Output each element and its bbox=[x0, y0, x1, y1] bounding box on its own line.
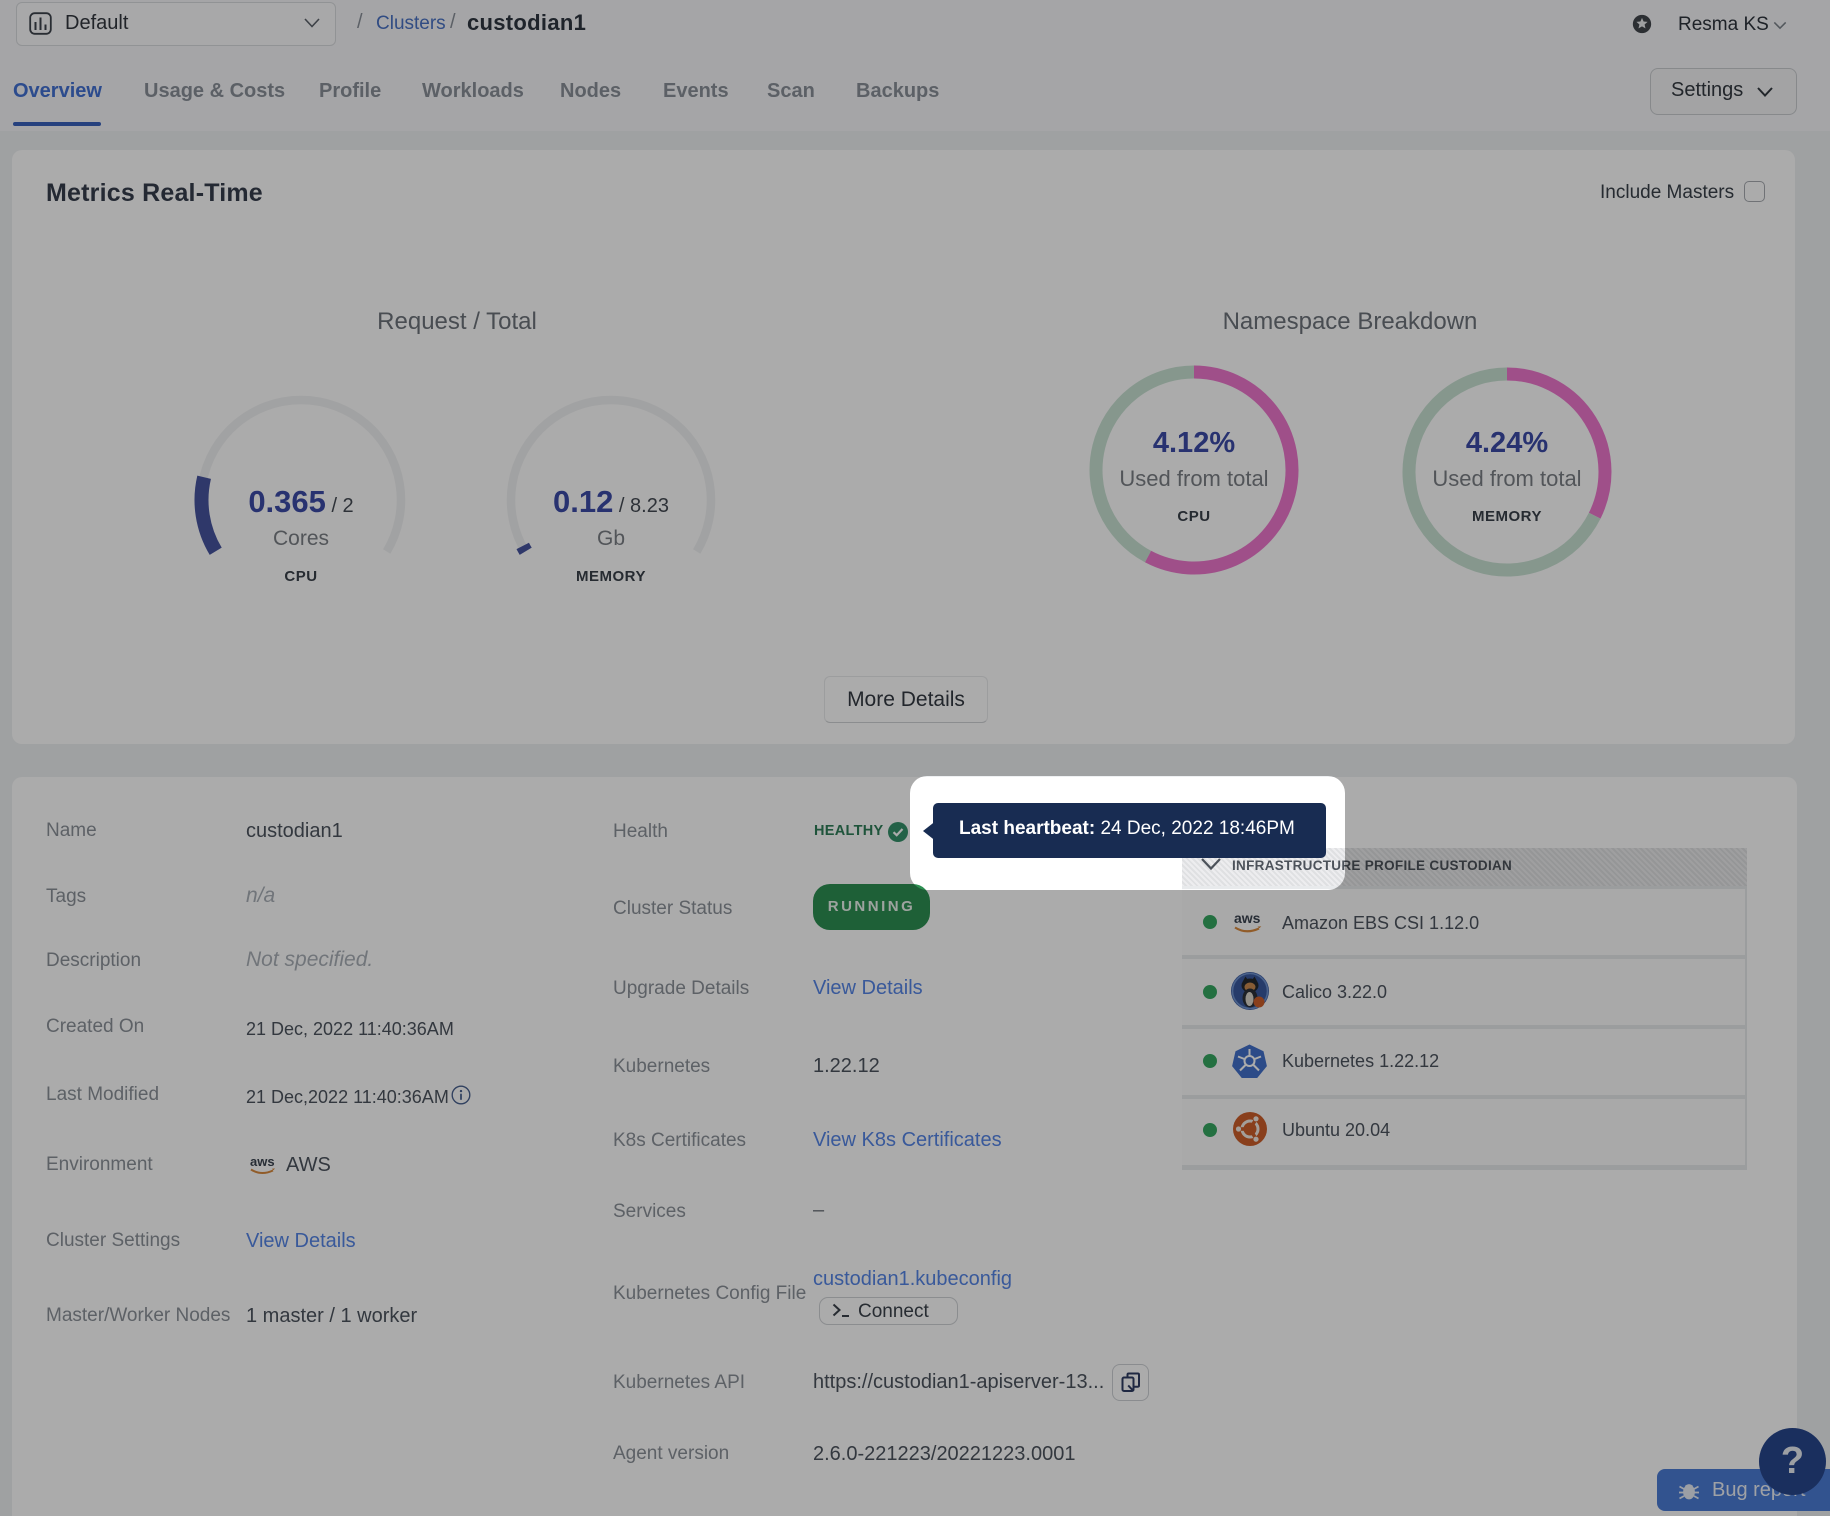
svg-text:aws: aws bbox=[1234, 910, 1261, 926]
svg-text:aws: aws bbox=[250, 1154, 275, 1169]
